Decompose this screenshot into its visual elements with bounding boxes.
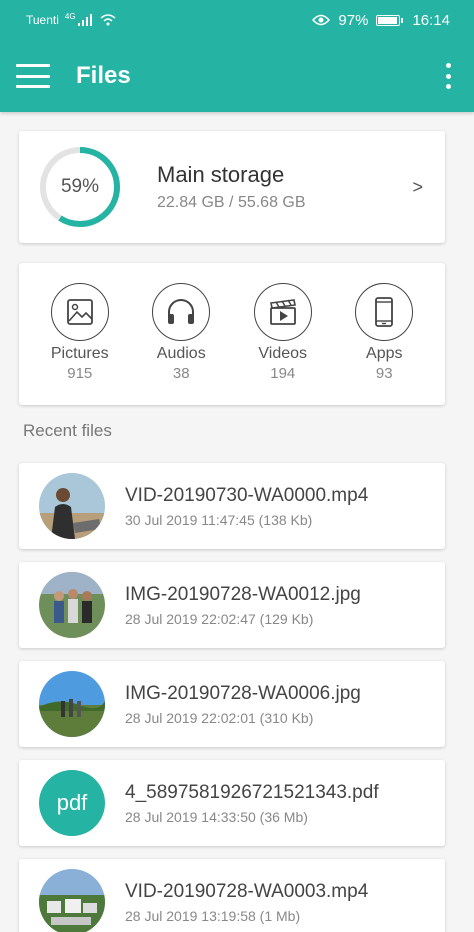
eye-icon — [312, 14, 331, 26]
app-bar: Files — [0, 40, 474, 112]
category-pictures[interactable]: Pictures 915 — [35, 283, 125, 382]
battery-icon — [376, 14, 404, 26]
battery-percent: 97% — [338, 11, 369, 29]
category-label: Pictures — [50, 345, 109, 362]
storage-title: Main storage — [157, 162, 285, 187]
file-meta: 28 Jul 2019 13:19:58 (1 Mb) — [125, 907, 301, 924]
storage-info: Main storage 22.84 GB / 55.68 GB — [157, 162, 412, 212]
file-meta: 28 Jul 2019 22:02:47 (129 Kb) — [125, 610, 314, 627]
file-meta: 28 Jul 2019 14:33:50 (36 Mb) — [125, 808, 308, 825]
file-info: 4_5897581926721521343.pdf 28 Jul 2019 14… — [125, 782, 379, 825]
file-name: VID-20190728-WA0003.mp4 — [125, 880, 369, 902]
file-name: 4_5897581926721521343.pdf — [125, 781, 379, 803]
file-name: IMG-20190728-WA0012.jpg — [125, 583, 361, 605]
clapperboard-icon — [253, 283, 312, 341]
recent-file-item[interactable]: IMG-20190728-WA0012.jpg 28 Jul 2019 22:0… — [19, 562, 445, 648]
storage-percent: 59% — [60, 176, 100, 197]
image-thumbnail — [39, 572, 105, 638]
file-meta: 28 Jul 2019 22:02:01 (310 Kb) — [125, 709, 314, 726]
category-count: 38 — [172, 365, 190, 382]
image-icon — [50, 283, 109, 341]
hamburger-menu-icon[interactable] — [16, 64, 50, 88]
recent-file-item[interactable]: IMG-20190728-WA0006.jpg 28 Jul 2019 22:0… — [19, 661, 445, 747]
category-label: Audios — [156, 345, 206, 362]
category-audios[interactable]: Audios 38 — [136, 283, 226, 382]
overflow-menu-icon[interactable] — [438, 63, 458, 89]
category-count: 93 — [375, 365, 393, 382]
file-info: IMG-20190728-WA0012.jpg 28 Jul 2019 22:0… — [125, 584, 361, 627]
file-info: IMG-20190728-WA0006.jpg 28 Jul 2019 22:0… — [125, 683, 361, 726]
pdf-icon: pdf — [39, 770, 105, 836]
storage-usage-ring: 59% — [39, 146, 121, 228]
category-apps[interactable]: Apps 93 — [339, 283, 429, 382]
status-right: 97% 16:14 — [312, 12, 450, 29]
category-count: 915 — [67, 365, 93, 382]
image-thumbnail — [39, 671, 105, 737]
categories-card: Pictures 915 Audios 38 Videos 194 Apps 9… — [19, 263, 445, 405]
file-meta: 30 Jul 2019 11:47:45 (138 Kb) — [125, 511, 313, 528]
file-info: VID-20190728-WA0003.mp4 28 Jul 2019 13:1… — [125, 881, 368, 924]
headphones-icon — [152, 283, 211, 341]
video-thumbnail — [39, 473, 105, 539]
clock: 16:14 — [412, 11, 450, 29]
storage-usage: 22.84 GB / 55.68 GB — [157, 194, 306, 211]
carrier-label: Tuenti — [26, 13, 59, 27]
recent-file-item[interactable]: pdf 4_5897581926721521343.pdf 28 Jul 201… — [19, 760, 445, 846]
recent-file-item[interactable]: VID-20190728-WA0003.mp4 28 Jul 2019 13:1… — [19, 859, 445, 932]
category-label: Videos — [258, 345, 308, 362]
category-label: Apps — [366, 345, 403, 362]
main-storage-card[interactable]: 59% Main storage 22.84 GB / 55.68 GB > — [19, 131, 445, 243]
signal-icon — [77, 14, 92, 26]
video-thumbnail — [39, 869, 105, 932]
category-count: 194 — [270, 365, 296, 382]
page-title: Files — [76, 62, 131, 89]
category-videos[interactable]: Videos 194 — [238, 283, 328, 382]
recent-files-heading: Recent files — [23, 421, 112, 440]
status-bar: Tuenti 4G 97% 16:14 — [0, 0, 474, 40]
status-left: Tuenti 4G — [26, 11, 116, 27]
chevron-right-icon[interactable]: > — [412, 177, 423, 198]
phone-icon — [355, 283, 414, 341]
file-name: IMG-20190728-WA0006.jpg — [125, 682, 361, 704]
wifi-icon — [100, 14, 116, 26]
file-info: VID-20190730-WA0000.mp4 30 Jul 2019 11:4… — [125, 485, 368, 528]
network-label: 4G — [64, 11, 76, 21]
recent-file-item[interactable]: VID-20190730-WA0000.mp4 30 Jul 2019 11:4… — [19, 463, 445, 549]
file-name: VID-20190730-WA0000.mp4 — [125, 484, 369, 506]
